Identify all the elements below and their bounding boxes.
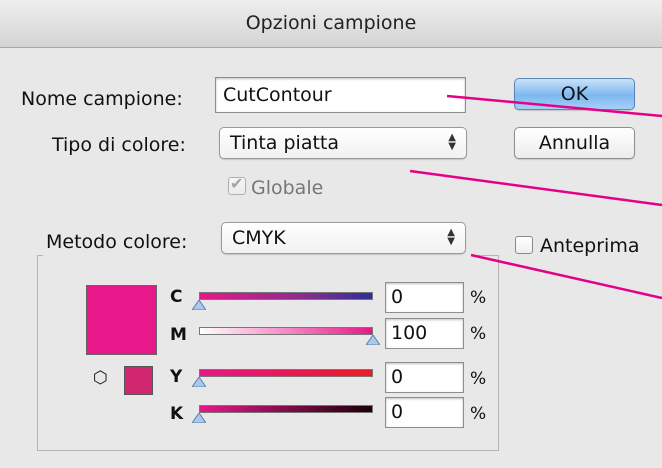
chevron-updown-icon: ▲ ▼ — [448, 132, 456, 152]
k-value-field[interactable]: 0 — [385, 397, 464, 428]
window-title: Opzioni campione — [245, 12, 417, 34]
channel-label-c: C — [170, 287, 183, 307]
color-type-value: Tinta piatta — [230, 132, 339, 154]
y-percent: % — [470, 369, 487, 389]
chevron-updown-icon: ▲ ▼ — [447, 227, 455, 247]
channel-label-k: K — [170, 404, 184, 424]
color-mode-value: CMYK — [232, 227, 286, 249]
slider-y-track[interactable] — [199, 369, 373, 377]
color-type-label: Tipo di colore: — [52, 134, 186, 156]
callout-line-mode — [470, 253, 662, 300]
y-value-field[interactable]: 0 — [385, 362, 464, 393]
slider-c-track[interactable] — [199, 292, 373, 300]
slider-m-handle[interactable] — [366, 335, 380, 345]
slider-k-track[interactable] — [199, 405, 373, 413]
k-percent: % — [470, 404, 487, 424]
color-swatch-preview — [86, 285, 157, 355]
color-mode-select[interactable]: CMYK ▲ ▼ — [221, 222, 466, 254]
channel-label-m: M — [170, 325, 187, 345]
cube-icon[interactable]: ⬡ — [93, 368, 108, 388]
checkmark-icon: ✔ — [230, 174, 244, 193]
preview-label: Anteprima — [540, 235, 640, 257]
gamut-swatch[interactable] — [124, 366, 153, 395]
slider-m-track[interactable] — [199, 327, 373, 335]
callout-line-type — [409, 169, 662, 207]
color-type-select[interactable]: Tinta piatta ▲ ▼ — [219, 127, 467, 159]
ok-button[interactable]: OK — [514, 78, 635, 110]
m-value-field[interactable]: 100 — [385, 318, 464, 349]
channel-label-y: Y — [170, 367, 183, 387]
cancel-button[interactable]: Annulla — [514, 127, 635, 159]
c-value-field[interactable]: 0 — [385, 282, 464, 313]
color-mode-label: Metodo colore: — [46, 231, 188, 253]
title-bar: Opzioni campione — [0, 0, 662, 48]
global-label: Globale — [251, 177, 324, 199]
c-percent: % — [470, 288, 487, 308]
global-checkbox[interactable]: ✔ — [228, 174, 246, 195]
swatch-name-field[interactable]: CutContour — [215, 77, 466, 113]
slider-k-handle[interactable] — [192, 413, 206, 423]
slider-c-handle[interactable] — [192, 300, 206, 310]
swatch-name-label: Nome campione: — [21, 88, 183, 110]
preview-checkbox[interactable] — [515, 236, 533, 254]
m-percent: % — [470, 324, 487, 344]
slider-y-handle[interactable] — [192, 377, 206, 387]
